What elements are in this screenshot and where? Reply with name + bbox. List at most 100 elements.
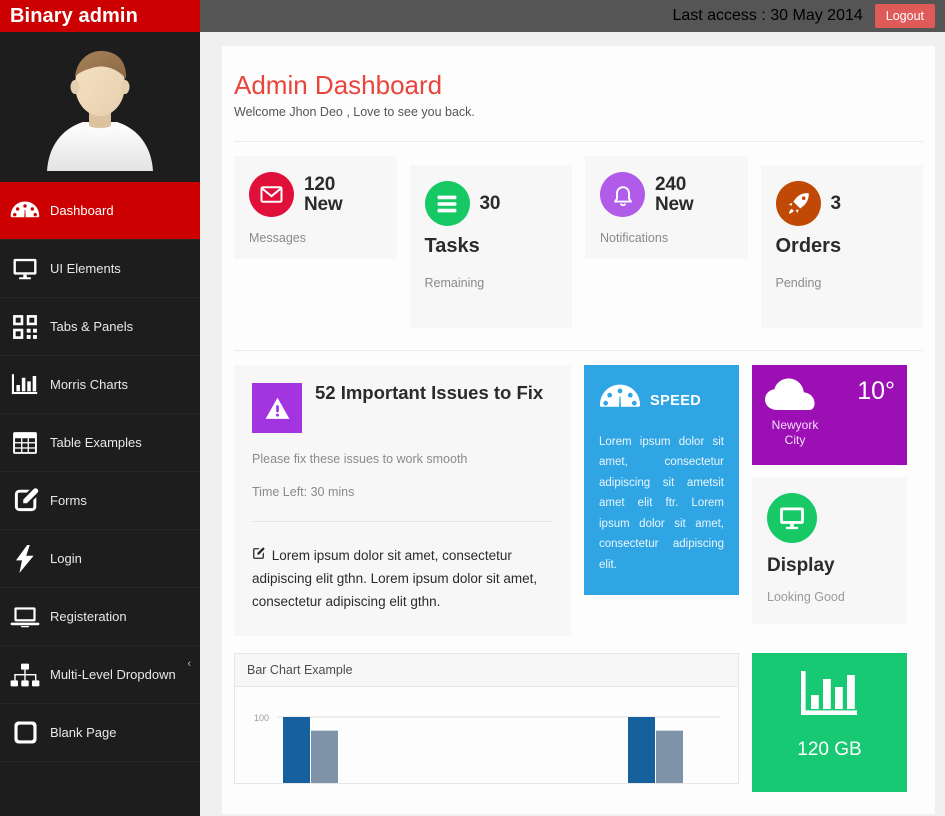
envelope-icon [249, 172, 294, 217]
pencil-square-icon [2, 487, 48, 514]
last-access-text: Last access : 30 May 2014 [672, 7, 862, 25]
monitor-icon [2, 256, 48, 282]
stat-number: 3 [831, 194, 841, 214]
stat-sublabel: Messages [249, 231, 382, 245]
stat-card: 30 Tasks Remaining [410, 165, 573, 328]
gauge-icon [599, 383, 641, 418]
mid-row: 52 Important Issues to Fix Please fix th… [234, 365, 923, 636]
right-column: 10° Newyork City Display Looking [752, 365, 907, 624]
sidebar-nav: Dashboard UI Elements Tabs & Panels Morris … [0, 182, 200, 762]
stat-label: Orders [776, 235, 909, 258]
sidebar: Dashboard UI Elements Tabs & Panels Morris … [0, 32, 200, 814]
top-bar: Binary admin Last access : 30 May 2014 L… [0, 0, 945, 32]
welcome-text: Welcome Jhon Deo , Love to see you back. [234, 105, 935, 119]
bell-icon [600, 172, 645, 217]
sidebar-item-label: Multi-Level Dropdown [48, 667, 176, 682]
avatar [0, 32, 200, 182]
divider [234, 350, 923, 351]
stat-card-header: 120 New [249, 172, 382, 217]
bar-chart-title: Bar Chart Example [235, 654, 738, 687]
sitemap-icon [2, 663, 48, 687]
chevron-left-icon[interactable]: ‹ [187, 658, 191, 670]
stat-sublabel: Notifications [600, 231, 733, 245]
table-grid-icon [2, 431, 48, 455]
rocket-icon [776, 181, 821, 226]
sidebar-item-blank-page[interactable]: Blank Page [0, 704, 200, 762]
stat-card-header: 3 [776, 181, 909, 226]
bar-chart-plot: 100 [235, 687, 738, 783]
cloud-icon [764, 377, 818, 416]
stat-card-header: 240 New [600, 172, 733, 217]
bar-chart-icon [2, 373, 48, 397]
monitor-icon [767, 493, 817, 543]
speed-header: SPEED [599, 383, 724, 418]
sidebar-item-morris-charts[interactable]: Morris Charts [0, 356, 200, 414]
bar-chart-panel: Bar Chart Example 100 [234, 653, 739, 784]
qr-grid-icon [2, 314, 48, 340]
gauge-icon [2, 200, 48, 222]
stat-number: 240 New [655, 175, 693, 215]
sidebar-item-label: Table Examples [48, 435, 142, 450]
stat-number: 120 New [304, 175, 342, 215]
stat-number: 30 [480, 194, 501, 214]
brand-logo[interactable]: Binary admin [0, 0, 200, 32]
issues-title: 52 Important Issues to Fix [315, 383, 543, 404]
display-title: Display [767, 555, 892, 577]
bottom-row: Bar Chart Example 100 120 GB [234, 653, 923, 792]
logout-button[interactable]: Logout [875, 4, 935, 28]
stat-sublabel: Remaining [425, 276, 558, 290]
pencil-square-icon [252, 548, 269, 563]
sidebar-item-label: UI Elements [48, 261, 121, 276]
rounded-square-icon [2, 720, 48, 745]
sidebar-item-label: Morris Charts [48, 377, 128, 392]
sidebar-item-ui-elements[interactable]: UI Elements [0, 240, 200, 298]
bar-chart-icon [799, 669, 861, 726]
stat-card: 240 New Notifications [585, 156, 748, 259]
issues-line-2: Time Left: 30 mins [252, 485, 553, 499]
bolt-icon [2, 545, 48, 573]
issues-body: Lorem ipsum dolor sit amet, consectetur … [252, 544, 553, 614]
warning-triangle-icon [252, 383, 302, 433]
stat-card-row: 120 New Messages 30 Tasks Remaining 240 New No… [234, 156, 923, 328]
sidebar-item-label: Registeration [48, 609, 127, 624]
sidebar-item-forms[interactable]: Forms [0, 472, 200, 530]
issues-line-1: Please fix these issues to work smooth [252, 452, 553, 466]
avatar-illustration [41, 43, 159, 171]
speed-text: Lorem ipsum dolor sit amet, consectetur … [599, 432, 724, 575]
laptop-icon [2, 605, 48, 629]
sidebar-item-registeration[interactable]: Registeration [0, 588, 200, 646]
display-tile: Display Looking Good [752, 477, 907, 624]
top-bar-right: Last access : 30 May 2014 Logout [672, 0, 935, 32]
weather-city: Newyork City [764, 418, 826, 448]
sidebar-filler [0, 762, 200, 816]
sidebar-item-tabs-panels[interactable]: Tabs & Panels [0, 298, 200, 356]
sidebar-item-dashboard[interactable]: Dashboard [0, 182, 200, 240]
important-issues-panel: 52 Important Issues to Fix Please fix th… [234, 365, 571, 636]
sidebar-item-label: Login [48, 551, 82, 566]
speed-label: SPEED [650, 393, 701, 409]
svg-text:100: 100 [254, 713, 269, 723]
main-region: Admin Dashboard Welcome Jhon Deo , Love … [200, 32, 945, 814]
sidebar-item-table-examples[interactable]: Table Examples [0, 414, 200, 472]
list-bars-icon [425, 181, 470, 226]
sidebar-item-login[interactable]: Login [0, 530, 200, 588]
page-title: Admin Dashboard [234, 70, 935, 101]
weather-row: 10° [764, 377, 895, 416]
storage-tile[interactable]: 120 GB [752, 653, 907, 792]
sidebar-item-multi-level-dropdown[interactable]: Multi-Level Dropdown ‹ [0, 646, 200, 704]
divider [234, 141, 923, 142]
stat-sublabel: Pending [776, 276, 909, 290]
divider [252, 521, 553, 522]
stat-label: Tasks [425, 235, 558, 258]
display-subtitle: Looking Good [767, 590, 892, 604]
weather-temperature: 10° [857, 377, 895, 406]
issues-body-text: Lorem ipsum dolor sit amet, consectetur … [252, 548, 537, 609]
sidebar-item-label: Tabs & Panels [48, 319, 133, 334]
sidebar-item-label: Dashboard [48, 203, 114, 218]
sidebar-item-label: Blank Page [48, 725, 117, 740]
stat-card: 120 New Messages [234, 156, 397, 259]
sidebar-item-label: Forms [48, 493, 87, 508]
weather-tile[interactable]: 10° Newyork City [752, 365, 907, 465]
content-panel: Admin Dashboard Welcome Jhon Deo , Love … [222, 46, 935, 814]
stat-card-header: 30 [425, 181, 558, 226]
